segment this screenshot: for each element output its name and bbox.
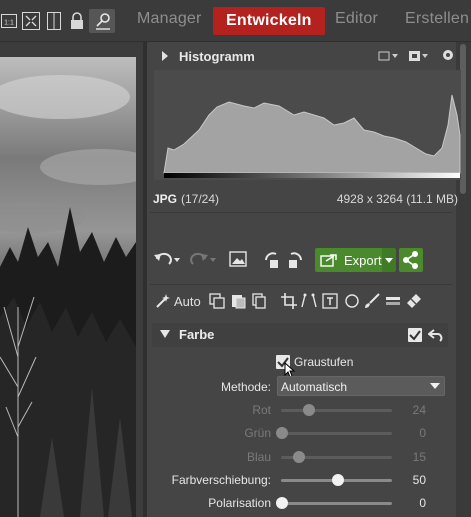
settings-icon[interactable] [441, 48, 455, 62]
rotate-left-icon [265, 252, 278, 268]
crop-icon[interactable] [281, 293, 297, 309]
collapse-arrow-icon[interactable] [161, 51, 169, 61]
text-icon[interactable] [322, 293, 338, 309]
blau-value[interactable]: 15 [394, 450, 426, 464]
auto-label[interactable]: Auto [174, 294, 201, 309]
chevron-down-icon[interactable] [430, 383, 440, 389]
rot-slider-handle[interactable] [302, 404, 315, 416]
share-button[interactable] [399, 248, 423, 272]
farbe-title: Farbe [179, 327, 215, 342]
farbverschiebung-slider-handle[interactable] [331, 474, 344, 486]
blau-slider-handle[interactable] [292, 451, 305, 463]
svg-text:1:1: 1:1 [4, 20, 14, 27]
fit-screen-icon[interactable] [22, 11, 40, 31]
tab-editor[interactable]: Editor [335, 10, 378, 28]
farbverschiebung-label: Farbverschiebung: [171, 473, 271, 487]
circle-mask-icon[interactable] [344, 293, 360, 309]
chevron-down-icon [385, 258, 393, 263]
tab-entwickeln[interactable]: Entwickeln [213, 7, 325, 35]
separator [150, 284, 452, 285]
eraser-icon[interactable] [406, 293, 422, 309]
farbe-enabled-checkbox[interactable] [408, 328, 422, 342]
rotate-right-icon [289, 252, 302, 268]
rotate-right-button[interactable] [285, 250, 305, 270]
brush-icon[interactable] [364, 293, 380, 309]
export-label: Export [344, 252, 382, 268]
wand-icon[interactable] [155, 293, 171, 309]
image-icon [229, 251, 247, 267]
image-button[interactable] [229, 250, 247, 268]
polarisation-slider-track[interactable] [281, 502, 392, 505]
histogram-title: Histogramm [179, 49, 255, 64]
tab-erstellen[interactable]: Erstellen [405, 10, 469, 28]
export-icon [320, 254, 337, 267]
tab-manager[interactable]: Manager [137, 10, 202, 28]
grün-label: Grün [244, 426, 271, 440]
one-to-one-zoom-icon[interactable]: 1:1 [1, 11, 17, 31]
blau-label: Blau [246, 450, 271, 464]
farbverschiebung-value[interactable]: 50 [394, 473, 426, 487]
compare-icon[interactable] [47, 11, 61, 31]
polarisation-value[interactable]: 0 [394, 496, 426, 510]
crop-guide-icon[interactable] [378, 49, 400, 63]
chevron-down-icon[interactable] [160, 330, 170, 338]
rot-slider-track[interactable] [281, 409, 392, 412]
undo-icon [154, 252, 180, 265]
duplicate-icon[interactable] [251, 293, 267, 309]
methode-value[interactable]: Automatisch [281, 380, 347, 394]
perspective-icon[interactable] [301, 293, 317, 309]
share-icon [403, 251, 418, 269]
rotate-left-button[interactable] [262, 250, 282, 270]
methode-label: Methode: [220, 380, 271, 394]
search-user-icon[interactable] [94, 11, 112, 31]
polarisation-label: Polarisation [208, 496, 271, 510]
histogram-header[interactable]: Histogramm [153, 45, 456, 67]
lock-icon[interactable] [70, 11, 84, 31]
gradient-icon[interactable] [385, 293, 401, 309]
clipping-icon[interactable] [408, 49, 430, 63]
reset-icon[interactable] [428, 327, 444, 343]
polarisation-slider-handle[interactable] [276, 497, 288, 509]
redo-icon [190, 252, 216, 265]
grün-slider-handle[interactable] [276, 427, 288, 439]
histogram-graph [154, 70, 461, 180]
separator [150, 212, 452, 213]
graustufen-label[interactable]: Graustufen [294, 355, 353, 369]
paste-icon[interactable] [230, 293, 246, 309]
photo-preview[interactable] [0, 57, 136, 517]
file-type: JPG [153, 192, 178, 206]
export-dropdown[interactable] [382, 248, 396, 272]
redo-button[interactable] [189, 250, 217, 270]
file-count: (17/24) [181, 192, 220, 206]
checkmark-icon [409, 330, 421, 341]
export-button[interactable]: Export [315, 248, 385, 272]
grün-value[interactable]: 0 [394, 426, 426, 440]
rot-value[interactable]: 24 [394, 403, 426, 417]
tonal-gradient-bar [164, 173, 460, 178]
grün-slider-track[interactable] [281, 432, 392, 435]
undo-button[interactable] [153, 250, 181, 270]
file-dimensions: 4928 x 3264 (11.1 MB) [336, 192, 458, 206]
copy-icon[interactable] [209, 293, 225, 309]
rot-label: Rot [252, 403, 271, 417]
